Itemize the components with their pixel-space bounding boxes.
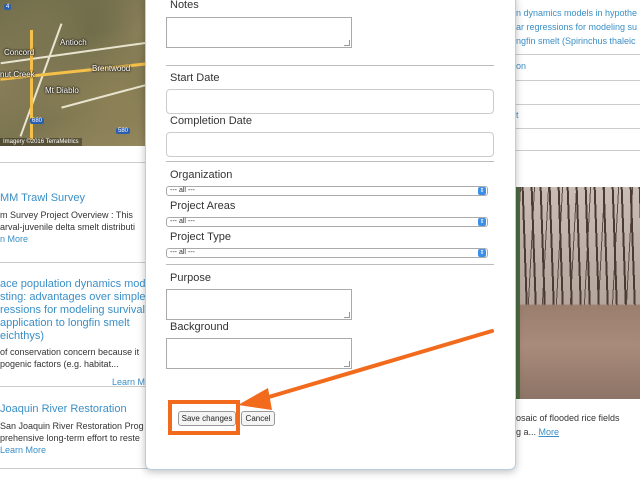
completion-date-input[interactable]: [166, 132, 494, 157]
cancel-button[interactable]: Cancel: [241, 411, 275, 426]
divider: [0, 386, 148, 387]
list-item-body: m Survey Project Overview : This arval-j…: [0, 210, 136, 232]
list-item[interactable]: Joaquin River Restoration San Joaquin Ri…: [0, 403, 148, 456]
start-date-input[interactable]: [166, 89, 494, 114]
map-label-mt-diablo: Mt Diablo: [45, 86, 79, 95]
photo-caption-snippet: g a... More: [516, 427, 559, 437]
select-arrow-icon: ⇕: [478, 249, 486, 257]
purpose-label: Purpose: [170, 272, 211, 284]
notes-label: Notes: [170, 0, 199, 11]
list-item-body: San Joaquin River Restoration Prog prehe…: [0, 421, 144, 443]
project-type-select[interactable]: --- all --- ⇕: [166, 248, 488, 258]
project-type-selected-value: --- all ---: [170, 249, 195, 256]
list-item-title[interactable]: ace population dynamics mode sting: adva…: [0, 278, 152, 343]
organization-label: Organization: [170, 169, 233, 181]
section-divider: [166, 161, 494, 162]
select-arrow-icon: ⇕: [478, 187, 486, 195]
right-row-label[interactable]: t: [516, 110, 519, 120]
highway-shield-580: 580: [116, 128, 131, 134]
highway-shield-4: 4: [4, 4, 12, 10]
divider: [516, 128, 640, 129]
highway-shield-680: 680: [30, 118, 45, 124]
list-item-body: of conservation concern because it pogen…: [0, 347, 140, 369]
map-view[interactable]: Concord Antioch Brentwood nut Creek Mt D…: [0, 0, 148, 146]
divider: [516, 150, 640, 151]
project-areas-selected-value: --- all ---: [170, 218, 195, 225]
purpose-textarea[interactable]: [166, 289, 352, 320]
map-label-brentwood: Brentwood: [92, 64, 131, 73]
section-divider: [166, 264, 494, 265]
organization-selected-value: --- all ---: [170, 187, 195, 194]
map-credit: Imagery ©2016 TerraMetrics: [0, 138, 82, 146]
divider: [516, 54, 640, 55]
project-areas-label: Project Areas: [170, 200, 236, 212]
right-text-line[interactable]: ngfin smelt (Spirinchus thaleic: [516, 36, 636, 46]
project-areas-select[interactable]: --- all --- ⇕: [166, 217, 488, 227]
divider: [516, 104, 640, 105]
learn-more-link[interactable]: n More: [0, 233, 148, 245]
divider: [0, 162, 148, 163]
organization-select[interactable]: --- all --- ⇕: [166, 186, 488, 196]
background-textarea[interactable]: [166, 338, 352, 369]
caption-snippet: g a...: [516, 427, 537, 437]
more-link[interactable]: More: [539, 427, 560, 437]
map-label-concord: Concord: [4, 48, 35, 57]
list-item-title[interactable]: Joaquin River Restoration: [0, 403, 148, 416]
project-type-label: Project Type: [170, 231, 231, 243]
list-item-title[interactable]: MM Trawl Survey: [0, 192, 148, 205]
right-text-line[interactable]: ar regressions for modeling su: [516, 22, 637, 32]
background-label: Background: [170, 321, 229, 333]
right-text-line[interactable]: n dynamics models in hypothe: [516, 8, 637, 18]
section-divider: [166, 65, 494, 66]
right-row-label[interactable]: on: [516, 61, 526, 71]
list-item[interactable]: ace population dynamics mode sting: adva…: [0, 278, 152, 370]
divider: [0, 262, 148, 263]
divider: [0, 468, 148, 469]
map-label-walnut-creek: nut Creek: [0, 70, 35, 79]
list-item[interactable]: MM Trawl Survey m Survey Project Overvie…: [0, 192, 148, 245]
divider: [516, 80, 640, 81]
completion-date-label: Completion Date: [170, 115, 252, 127]
save-button-highlight-box: [168, 400, 240, 435]
flooded-rice-fields-photo[interactable]: [516, 187, 640, 399]
notes-textarea[interactable]: [166, 17, 352, 48]
photo-caption: osaic of flooded rice fields: [516, 413, 620, 423]
map-label-antioch: Antioch: [60, 38, 87, 47]
select-arrow-icon: ⇕: [478, 218, 486, 226]
learn-more-link[interactable]: Learn More: [0, 444, 148, 456]
start-date-label: Start Date: [170, 72, 220, 84]
